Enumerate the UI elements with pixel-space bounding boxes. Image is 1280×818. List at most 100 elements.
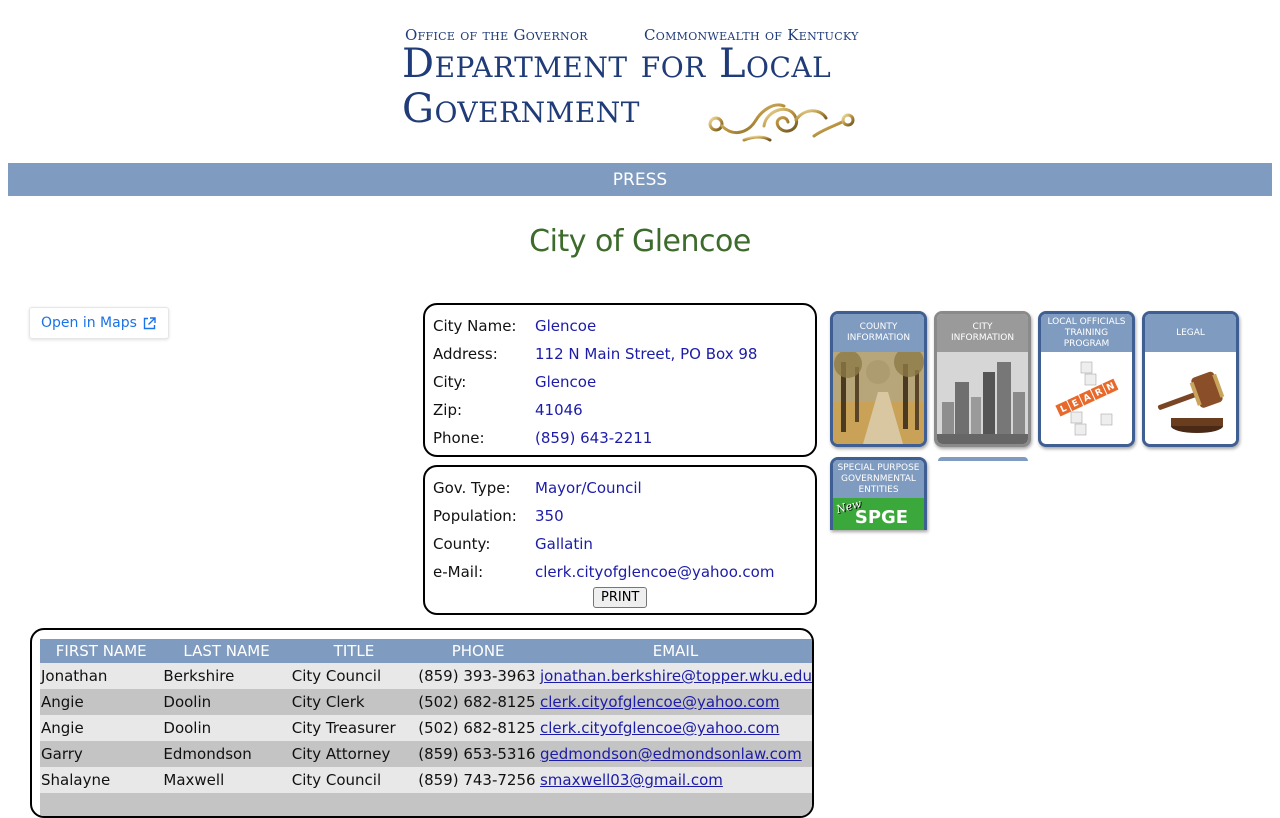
- print-button[interactable]: PRINT: [593, 587, 648, 608]
- info-label: Population:: [433, 507, 517, 525]
- info-value: Glencoe: [535, 373, 597, 391]
- cell-email: smaxwell03@gmail.com: [538, 767, 812, 793]
- cell-last-name: Edmondson: [162, 741, 291, 767]
- table-header-row: FIRST NAME LAST NAME TITLE PHONE EMAIL: [40, 639, 812, 663]
- cell-email: gedmondson@edmondsonlaw.com: [538, 741, 812, 767]
- info-label: Gov. Type:: [433, 479, 511, 497]
- tile-title: County Information: [833, 314, 924, 352]
- cell-phone: (502) 682-8125: [417, 715, 539, 741]
- cell-title: City Treasurer: [290, 715, 418, 741]
- info-row-address: Address: 112 N Main Street, PO Box 98: [433, 340, 757, 368]
- tile-title: Special Purpose Governmental Entities: [833, 460, 924, 498]
- column-header-last-name: LAST NAME: [162, 639, 291, 663]
- email-link[interactable]: gedmondson@edmondsonlaw.com: [540, 745, 802, 763]
- info-label: Address:: [433, 345, 498, 363]
- info-label: County:: [433, 535, 491, 553]
- cell-phone: (502) 682-8125: [417, 689, 539, 715]
- special-purpose-entities-tile[interactable]: Special Purpose Governmental Entities Ne…: [830, 457, 927, 530]
- cell-phone: (859) 743-7256: [417, 767, 539, 793]
- external-link-icon: [143, 316, 156, 329]
- email-link[interactable]: jonathan.berkshire@topper.wku.edu: [540, 667, 812, 685]
- info-label: City:: [433, 373, 467, 391]
- cell-email: clerk.cityofglencoe@yahoo.com: [538, 715, 812, 741]
- partial-tile-edge: [938, 457, 1028, 461]
- info-row-gov-type: Gov. Type: Mayor/Council: [433, 474, 642, 502]
- gavel-image: [1145, 352, 1236, 444]
- cell-title: City Council: [290, 663, 418, 689]
- info-value: Glencoe: [535, 317, 597, 335]
- email-link[interactable]: clerk.cityofglencoe@yahoo.com: [540, 719, 779, 737]
- nav-bar: PRESS: [8, 163, 1272, 196]
- cell-partial: [417, 793, 539, 816]
- info-row-city: City: Glencoe: [433, 368, 596, 396]
- cell-phone: (859) 653-5316: [417, 741, 539, 767]
- open-in-maps-label: Open in Maps: [41, 315, 137, 331]
- cell-first-name: Shalayne: [40, 767, 163, 793]
- cell-partial: [538, 793, 812, 816]
- cell-first-name: Angie: [40, 715, 163, 741]
- ornament-icon: [708, 103, 855, 142]
- legal-tile[interactable]: Legal: [1142, 311, 1239, 447]
- table-row: Angie Doolin City Treasurer (502) 682-81…: [40, 715, 812, 741]
- nav-press-link[interactable]: PRESS: [613, 170, 667, 190]
- table-row: Angie Doolin City Clerk (502) 682-8125 c…: [40, 689, 812, 715]
- table-row: Shalayne Maxwell City Council (859) 743-…: [40, 767, 812, 793]
- cell-title: City Clerk: [290, 689, 418, 715]
- column-header-first-name: FIRST NAME: [40, 639, 163, 663]
- info-row-population: Population: 350: [433, 502, 564, 530]
- info-row-city-name: City Name: Glencoe: [433, 312, 596, 340]
- cell-title: City Attorney: [290, 741, 418, 767]
- cell-partial: [162, 793, 291, 816]
- cell-last-name: Doolin: [162, 689, 291, 715]
- spge-banner: New SPGE: [833, 497, 924, 530]
- cell-partial: [290, 793, 418, 816]
- government-info-box: Gov. Type: Mayor/Council Population: 350…: [423, 465, 817, 615]
- city-info-box: City Name: Glencoe Address: 112 N Main S…: [423, 303, 817, 457]
- table-row-partial: [40, 793, 812, 816]
- info-value: (859) 643-2211: [535, 429, 653, 447]
- local-officials-training-tile[interactable]: Local Officials Training Program L E A R…: [1038, 311, 1135, 447]
- info-row-email: e-Mail: clerk.cityofglencoe@yahoo.com: [433, 558, 774, 586]
- city-information-tile[interactable]: City Information: [934, 311, 1031, 447]
- column-header-email: EMAIL: [538, 639, 812, 663]
- tile-title: Local Officials Training Program: [1041, 314, 1132, 352]
- cell-title: City Council: [290, 767, 418, 793]
- info-value: Gallatin: [535, 535, 593, 553]
- officials-table-box: FIRST NAME LAST NAME TITLE PHONE EMAIL J…: [30, 628, 814, 818]
- info-row-zip: Zip: 41046: [433, 396, 583, 424]
- cell-email: jonathan.berkshire@topper.wku.edu: [538, 663, 812, 689]
- column-header-title: TITLE: [290, 639, 418, 663]
- site-header: Office of the Governor Commonwealth of K…: [0, 0, 1280, 160]
- spge-label: SPGE: [854, 506, 909, 528]
- table-row: Garry Edmondson City Attorney (859) 653-…: [40, 741, 812, 767]
- column-header-phone: PHONE: [417, 639, 539, 663]
- cell-last-name: Doolin: [162, 715, 291, 741]
- info-label: e-Mail:: [433, 563, 484, 581]
- info-value: 350: [535, 507, 564, 525]
- info-value: clerk.cityofglencoe@yahoo.com: [535, 563, 775, 581]
- header-title-line1: Department for Local: [402, 41, 832, 87]
- county-information-tile[interactable]: County Information: [830, 311, 927, 447]
- city-skyline-image: [937, 352, 1028, 444]
- learn-blocks-image: L E A R N: [1041, 352, 1132, 444]
- info-value: 112 N Main Street, PO Box 98: [535, 345, 758, 363]
- cell-phone: (859) 393-3963: [417, 663, 539, 689]
- email-link[interactable]: smaxwell03@gmail.com: [540, 771, 723, 789]
- cell-first-name: Angie: [40, 689, 163, 715]
- cell-partial: [40, 793, 163, 816]
- info-value: 41046: [535, 401, 583, 419]
- cell-email: clerk.cityofglencoe@yahoo.com: [538, 689, 812, 715]
- info-value: Mayor/Council: [535, 479, 642, 497]
- cell-last-name: Maxwell: [162, 767, 291, 793]
- info-label: Phone:: [433, 429, 485, 447]
- header-title-line2: Government: [402, 86, 640, 132]
- autumn-park-image: [833, 352, 924, 444]
- page-title: City of Glencoe: [529, 224, 751, 259]
- tile-title: City Information: [937, 314, 1028, 352]
- info-row-phone: Phone: (859) 643-2211: [433, 424, 652, 452]
- table-row: Jonathan Berkshire City Council (859) 39…: [40, 663, 812, 689]
- email-link[interactable]: clerk.cityofglencoe@yahoo.com: [540, 693, 779, 711]
- tile-title: Legal: [1145, 314, 1236, 352]
- open-in-maps-button[interactable]: Open in Maps: [29, 307, 169, 339]
- cell-first-name: Garry: [40, 741, 163, 767]
